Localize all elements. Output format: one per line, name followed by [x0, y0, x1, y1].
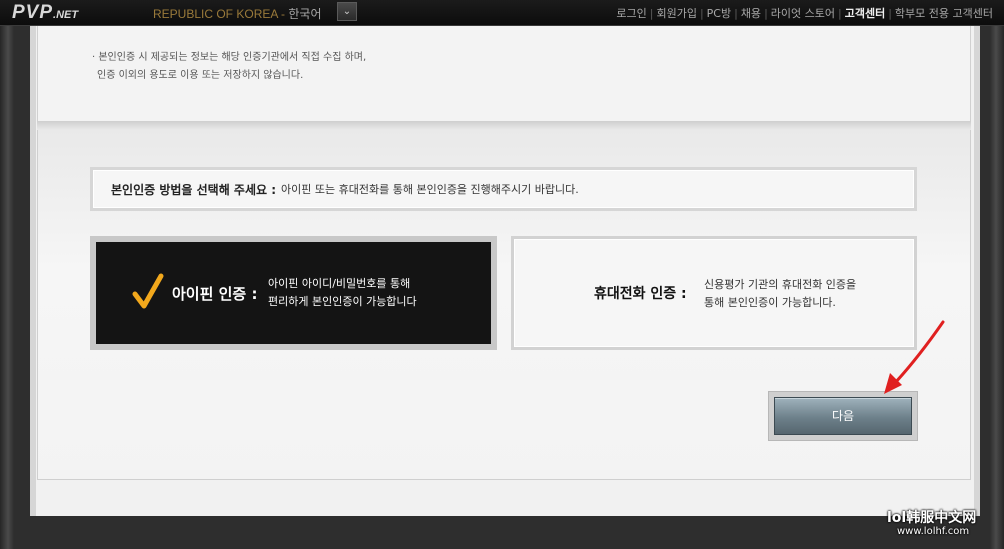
section-divider	[37, 122, 971, 130]
site-watermark: lol韩服中文网 www.lolhf.com	[887, 507, 976, 537]
phone-desc-line-1: 신용평가 기관의 휴대전화 인증을	[704, 278, 857, 291]
ipin-verification-option[interactable]: 아이핀 인증 : 아이핀 아이디/비밀번호를 통해 편리하게 본인인증이 가능합…	[90, 236, 497, 350]
pvp-net-logo[interactable]: PVP.NET	[12, 2, 78, 24]
ipin-desc-line-2: 편리하게 본인인증이 가능합니다	[268, 295, 417, 308]
next-button[interactable]: 다음	[774, 397, 912, 435]
nav-pc-room[interactable]: PC방	[704, 5, 734, 21]
region-label: REPUBLIC OF KOREA - 한국어	[153, 5, 322, 22]
nav-support[interactable]: 고객센터	[842, 5, 888, 21]
phone-option-title: 휴대전화 인증 :	[594, 286, 687, 302]
nav-login[interactable]: 로그인	[613, 5, 649, 21]
privacy-notice-line-1: · 본인인증 시 제공되는 정보는 해당 인증기관에서 직접 수집 하며,	[92, 52, 367, 63]
logo-text: PVP	[12, 2, 54, 23]
instruction-text: 아이핀 또는 휴대전화를 통해 본인인증을 진행해주시기 바랍니다.	[281, 183, 579, 196]
watermark-title: lol韩服中文网	[887, 510, 977, 526]
phone-desc-line-2: 통해 본인인증이 가능합니다.	[704, 296, 836, 309]
top-navigation-bar: PVP.NET REPUBLIC OF KOREA - 한국어 ⌄ 로그인 | 회…	[0, 0, 1004, 26]
nav-riot-store[interactable]: 라이엇 스토어	[768, 5, 838, 21]
instruction-label: 본인인증 방법을 선택해 주세요 :	[111, 182, 277, 197]
nav-signup[interactable]: 회원가입	[653, 5, 699, 21]
phone-option-description: 신용평가 기관의 휴대전화 인증을 통해 본인인증이 가능합니다.	[704, 276, 856, 312]
next-button-frame: 다음	[768, 391, 918, 441]
privacy-notice-line-2: 인증 이외의 용도로 이용 또는 저장하지 않습니다.	[97, 70, 304, 81]
ipin-desc-line-1: 아이핀 아이디/비밀번호를 통해	[268, 277, 411, 290]
verification-instruction: 본인인증 방법을 선택해 주세요 : 아이핀 또는 휴대전화를 통해 본인인증을…	[90, 167, 917, 211]
check-icon	[132, 273, 164, 309]
nav-parent-support[interactable]: 학부모 전용 고객센터	[892, 5, 996, 21]
ipin-option-description: 아이핀 아이디/비밀번호를 통해 편리하게 본인인증이 가능합니다	[268, 275, 417, 311]
phone-verification-option[interactable]: 휴대전화 인증 : 신용평가 기관의 휴대전화 인증을 통해 본인인증이 가능합…	[511, 236, 917, 350]
red-arrow-icon	[884, 320, 945, 394]
region-name: REPUBLIC OF KOREA	[153, 7, 278, 21]
ipin-option-title: 아이핀 인증 :	[172, 285, 258, 303]
logo-suffix: .NET	[53, 9, 79, 21]
language-label: 한국어	[288, 7, 322, 21]
nav-careers[interactable]: 채용	[738, 5, 764, 21]
language-dropdown-button[interactable]: ⌄	[337, 2, 357, 21]
watermark-url: www.lolhf.com	[897, 526, 970, 537]
top-nav-links: 로그인 | 회원가입 | PC방 | 채용 | 라이엇 스토어 | 고객센터 | 학부모 전…	[613, 5, 996, 21]
region-separator: -	[281, 7, 286, 21]
chevron-down-icon: ⌄	[342, 6, 352, 17]
